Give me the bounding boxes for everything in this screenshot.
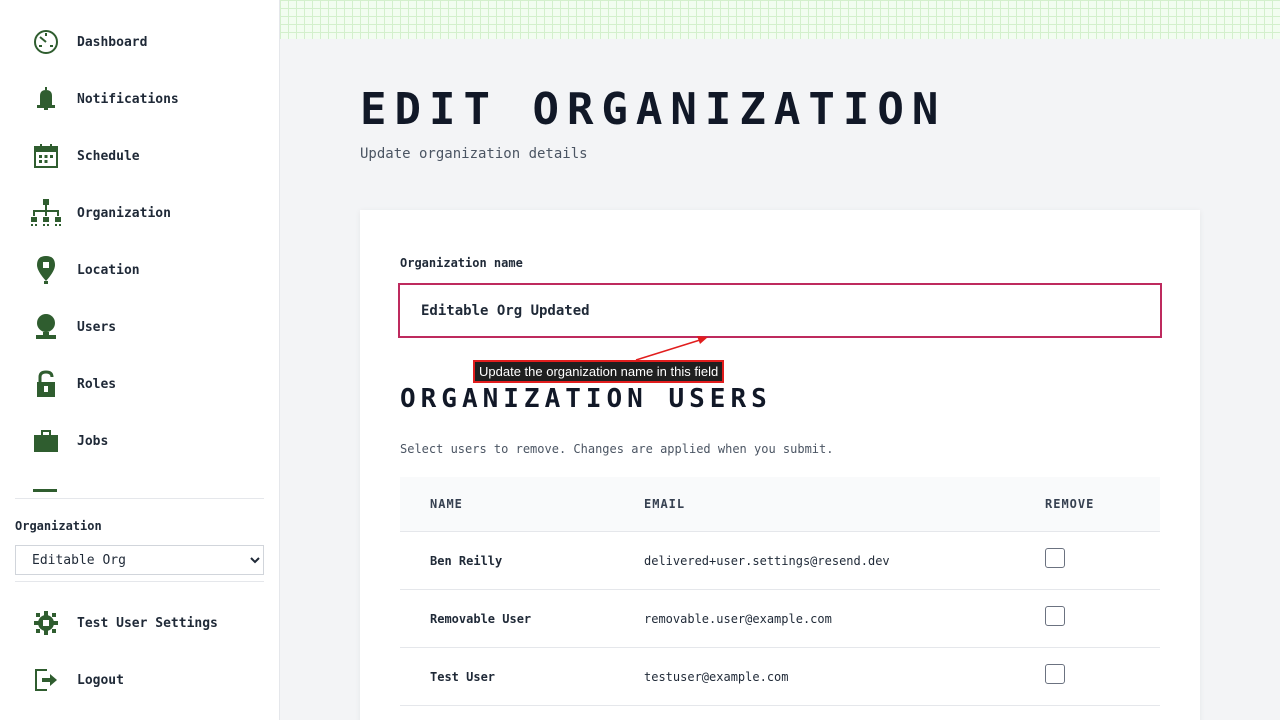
users-section-title: Organization Users — [400, 384, 772, 414]
org-name-input[interactable] — [398, 283, 1162, 338]
sidebar-nav: Dashboard Notifications Schedule Organiz… — [0, 0, 279, 492]
sidebar-divider — [15, 498, 264, 499]
sidebar-item-label: Jobs — [77, 433, 109, 449]
org-select-label: Organization — [15, 519, 102, 533]
column-header-remove: REMOVE — [1045, 497, 1095, 511]
gear-icon — [30, 607, 62, 639]
sidebar-item-label: Dashboard — [77, 34, 148, 50]
sidebar-item-users[interactable]: Users — [30, 307, 270, 347]
remove-user-checkbox[interactable] — [1045, 548, 1065, 568]
edit-organization-card: Organization name Organization Users Sel… — [360, 210, 1200, 720]
page-subtitle: Update organization details — [360, 146, 588, 162]
table-row: Test User testuser@example.com — [400, 648, 1160, 706]
briefcase-icon — [30, 425, 62, 457]
sidebar-divider — [15, 581, 264, 582]
sidebar-item-label: Schedule — [77, 148, 140, 164]
calendar-icon — [30, 140, 62, 172]
sidebar-item-label: Organization — [77, 205, 171, 221]
location-pin-icon — [30, 254, 62, 286]
user-email: delivered+user.settings@resend.dev — [644, 554, 890, 568]
sidebar: Dashboard Notifications Schedule Organiz… — [0, 0, 280, 720]
unlock-icon — [30, 368, 62, 400]
logout-icon — [30, 664, 62, 696]
org-select[interactable]: Editable Org — [15, 545, 264, 575]
column-header-email: EMAIL — [644, 497, 686, 511]
sidebar-item-notifications[interactable]: Notifications — [30, 79, 270, 119]
remove-user-checkbox[interactable] — [1045, 606, 1065, 626]
sidebar-item-schedule[interactable]: Schedule — [30, 136, 270, 176]
column-header-name: NAME — [430, 497, 463, 511]
user-email: removable.user@example.com — [644, 612, 832, 626]
sidebar-item-label: Notifications — [77, 91, 179, 107]
user-name: Ben Reilly — [430, 554, 503, 568]
sidebar-item-label: Roles — [77, 376, 117, 392]
user-email: testuser@example.com — [644, 670, 789, 684]
sidebar-item-location[interactable]: Location — [30, 250, 270, 290]
bell-icon — [30, 83, 62, 115]
org-chart-icon — [30, 197, 62, 229]
table-row: Removable User removable.user@example.co… — [400, 590, 1160, 648]
user-icon — [30, 311, 62, 343]
sidebar-item-logout[interactable]: Logout — [30, 660, 270, 700]
table-header: NAME EMAIL REMOVE — [400, 477, 1160, 532]
user-name: Test User — [430, 670, 496, 684]
user-name: Removable User — [430, 612, 532, 626]
dashboard-icon — [30, 26, 62, 58]
sidebar-next-item-icon — [33, 489, 57, 492]
org-name-label: Organization name — [400, 256, 523, 270]
sidebar-item-label: Location — [77, 262, 140, 278]
remove-user-checkbox[interactable] — [1045, 664, 1065, 684]
main-content: Edit Organization Update organization de… — [280, 0, 1280, 720]
sidebar-item-label: Users — [77, 319, 117, 335]
decorative-grid-band — [280, 0, 1280, 39]
sidebar-item-label: Logout — [77, 672, 124, 688]
sidebar-item-roles[interactable]: Roles — [30, 364, 270, 404]
sidebar-item-user-settings[interactable]: Test User Settings — [30, 603, 270, 643]
annotation-callout: Update the organization name in this fie… — [473, 360, 725, 383]
sidebar-item-jobs[interactable]: Jobs — [30, 421, 270, 461]
sidebar-item-organization[interactable]: Organization — [30, 193, 270, 233]
sidebar-item-dashboard[interactable]: Dashboard — [30, 22, 270, 62]
users-section-description: Select users to remove. Changes are appl… — [400, 442, 834, 456]
sidebar-item-label: Test User Settings — [77, 615, 218, 631]
page-title: Edit Organization — [360, 84, 947, 135]
table-row: Ben Reilly delivered+user.settings@resen… — [400, 532, 1160, 590]
users-table: NAME EMAIL REMOVE Ben Reilly delivered+u… — [400, 477, 1160, 706]
